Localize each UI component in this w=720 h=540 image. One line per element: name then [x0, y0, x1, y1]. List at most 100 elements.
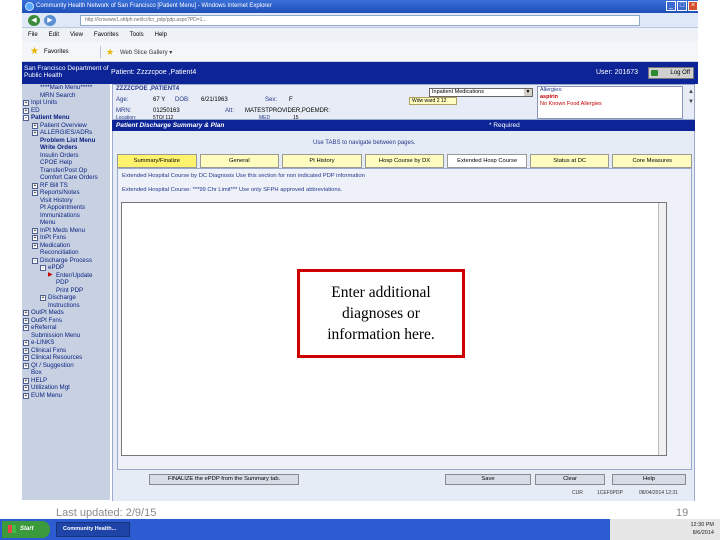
logoff-button[interactable]: Log Off [648, 67, 694, 79]
expand-icon[interactable]: + [23, 107, 29, 114]
menu-edit[interactable]: Edit [49, 28, 59, 42]
medications-select[interactable]: Inpatient Medications ▼ [429, 88, 533, 97]
nav-item[interactable]: Box [22, 369, 110, 377]
expand-icon[interactable]: + [32, 235, 38, 241]
nav-item[interactable]: CPOE Help [22, 159, 110, 167]
nav-item[interactable]: Comfort Care Orders [22, 174, 110, 182]
start-button[interactable]: Start [2, 521, 50, 538]
nav-item[interactable]: + RF Bill TS [22, 182, 110, 190]
nav-item[interactable]: Menu [22, 219, 110, 227]
collapse-icon[interactable]: - [32, 257, 38, 264]
nav-item[interactable]: + ED [22, 107, 110, 115]
collapse-icon[interactable]: - [40, 265, 46, 271]
expand-icon[interactable]: + [23, 340, 29, 346]
expand-icon[interactable]: + [32, 227, 38, 234]
nav-item[interactable]: + Patient Overview [22, 122, 110, 130]
nav-item[interactable]: + HELP [22, 377, 110, 385]
textarea-scrollbar[interactable] [658, 203, 666, 455]
nav-item[interactable]: Submission Menu [22, 332, 110, 340]
tab-extended-hosp-course[interactable]: Extended Hosp Course [447, 154, 527, 168]
scroll-up-icon[interactable]: ▲ [687, 87, 695, 97]
nav-item[interactable]: + Clinical Resources [22, 354, 110, 362]
nav-item[interactable]: + OutPt Meds [22, 309, 110, 317]
nav-item[interactable]: Immunizations [22, 212, 110, 220]
expand-icon[interactable]: + [23, 347, 29, 354]
nav-item[interactable]: + e-LINKS [22, 339, 110, 347]
nav-item[interactable]: + eReferral [22, 324, 110, 332]
nav-item[interactable]: Problem List Menu [22, 137, 110, 145]
nav-item[interactable]: ****Main Menu***** [22, 84, 110, 92]
expand-icon[interactable]: + [40, 295, 46, 301]
save-button[interactable]: Save [445, 474, 531, 485]
tab-status-at-dc[interactable]: Status at DC [529, 154, 610, 168]
encounter-field[interactable]: Wdw ward 2 12 [409, 97, 457, 105]
nav-item[interactable]: - Patient Menu [22, 114, 110, 122]
expand-icon[interactable]: + [32, 130, 38, 136]
back-button[interactable]: ◀ [28, 15, 40, 26]
nav-item[interactable]: + Inpt Units [22, 99, 110, 107]
nav-item[interactable]: Print PDP [22, 287, 110, 295]
scroll-down-icon[interactable]: ▼ [687, 97, 695, 107]
nav-item[interactable]: Visit History [22, 197, 110, 205]
nav-item[interactable]: + ALLERGIES/ADRs [22, 129, 110, 137]
maximize-button[interactable]: □ [677, 1, 687, 11]
taskbar-app-button[interactable]: Community Health... [56, 522, 130, 537]
nav-item[interactable]: + Utilization Mgt [22, 384, 110, 392]
tab-core-measures[interactable]: Core Measures [612, 154, 693, 168]
nav-item[interactable]: + EUM Menu [22, 392, 110, 400]
nav-item[interactable]: + Discharge [22, 294, 110, 302]
nav-item[interactable]: + OutPt Fxns [22, 317, 110, 325]
nav-item[interactable]: - ePDP [22, 264, 110, 272]
menu-view[interactable]: View [70, 28, 83, 42]
nav-item[interactable]: + Clinical Fxns [22, 347, 110, 355]
menu-tools[interactable]: Tools [130, 28, 144, 42]
tab-summary-finalize[interactable]: Summary/Finalize [117, 154, 197, 168]
expand-icon[interactable]: + [23, 385, 29, 391]
nav-item[interactable]: Insulin Orders [22, 152, 110, 160]
expand-icon[interactable]: + [23, 355, 29, 361]
expand-icon[interactable]: + [23, 310, 29, 316]
collapse-icon[interactable]: - [23, 115, 29, 121]
tab-general[interactable]: General [199, 154, 280, 168]
nav-item[interactable]: + Reports/Notes [22, 189, 110, 197]
expand-icon[interactable]: + [23, 325, 29, 331]
expand-icon[interactable]: + [23, 100, 29, 106]
allergy-scroll[interactable]: ▲ ▼ [687, 87, 695, 107]
expand-icon[interactable]: + [32, 190, 38, 196]
favorites-star-icon[interactable]: ★ [30, 47, 39, 57]
menu-help[interactable]: Help [155, 28, 167, 42]
nav-item[interactable]: Write Orders [22, 144, 110, 152]
nav-item[interactable]: ▶ Enter/Update [22, 272, 110, 280]
nav-item[interactable]: Transfer/Post Op [22, 167, 110, 175]
url-input[interactable]: http://lcrswww1.sfdph.net/lcr/lcr_pdp/pd… [80, 15, 640, 26]
clear-button[interactable]: Clear [535, 474, 605, 485]
nav-item[interactable]: + Medication [22, 242, 110, 250]
expand-icon[interactable]: + [23, 317, 29, 324]
minimize-button[interactable]: _ [666, 1, 676, 11]
expand-icon[interactable]: + [32, 182, 38, 189]
nav-item[interactable]: Pt Appointments [22, 204, 110, 212]
nav-item[interactable]: PDP [22, 279, 110, 287]
close-button[interactable]: × [688, 1, 698, 11]
expand-icon[interactable]: + [32, 122, 38, 129]
expand-icon[interactable]: + [23, 377, 29, 384]
chevron-down-icon[interactable]: ▼ [524, 89, 532, 96]
web-slice-gallery-link[interactable]: Web Slice Gallery ▾ [120, 49, 172, 56]
tab-hosp-course-by-dx[interactable]: Hosp Course by DX [364, 154, 445, 168]
expand-icon[interactable]: + [23, 392, 29, 399]
help-button[interactable]: Help [612, 474, 686, 485]
add-favorite-icon[interactable]: ★ [106, 47, 114, 57]
nav-item[interactable]: Reconciliation [22, 249, 110, 257]
nav-item[interactable]: Instructions [22, 302, 110, 310]
tab-pt-history[interactable]: Pt History [282, 154, 362, 168]
expand-icon[interactable]: + [23, 362, 29, 369]
nav-item[interactable]: MRN Search [22, 92, 110, 100]
nav-item[interactable]: + InPt Fxns [22, 234, 110, 242]
forward-button[interactable]: ▶ [44, 15, 56, 26]
menu-file[interactable]: File [28, 28, 38, 42]
nav-item[interactable]: + InPt Meds Menu [22, 227, 110, 235]
finalize-button[interactable]: FINALIZE the ePDP from the Summary tab. [149, 474, 299, 485]
favorites-button[interactable]: Favorites [44, 49, 69, 55]
nav-item[interactable]: - Discharge Process [22, 257, 110, 265]
nav-item[interactable]: + QI / Suggestion [22, 362, 110, 370]
